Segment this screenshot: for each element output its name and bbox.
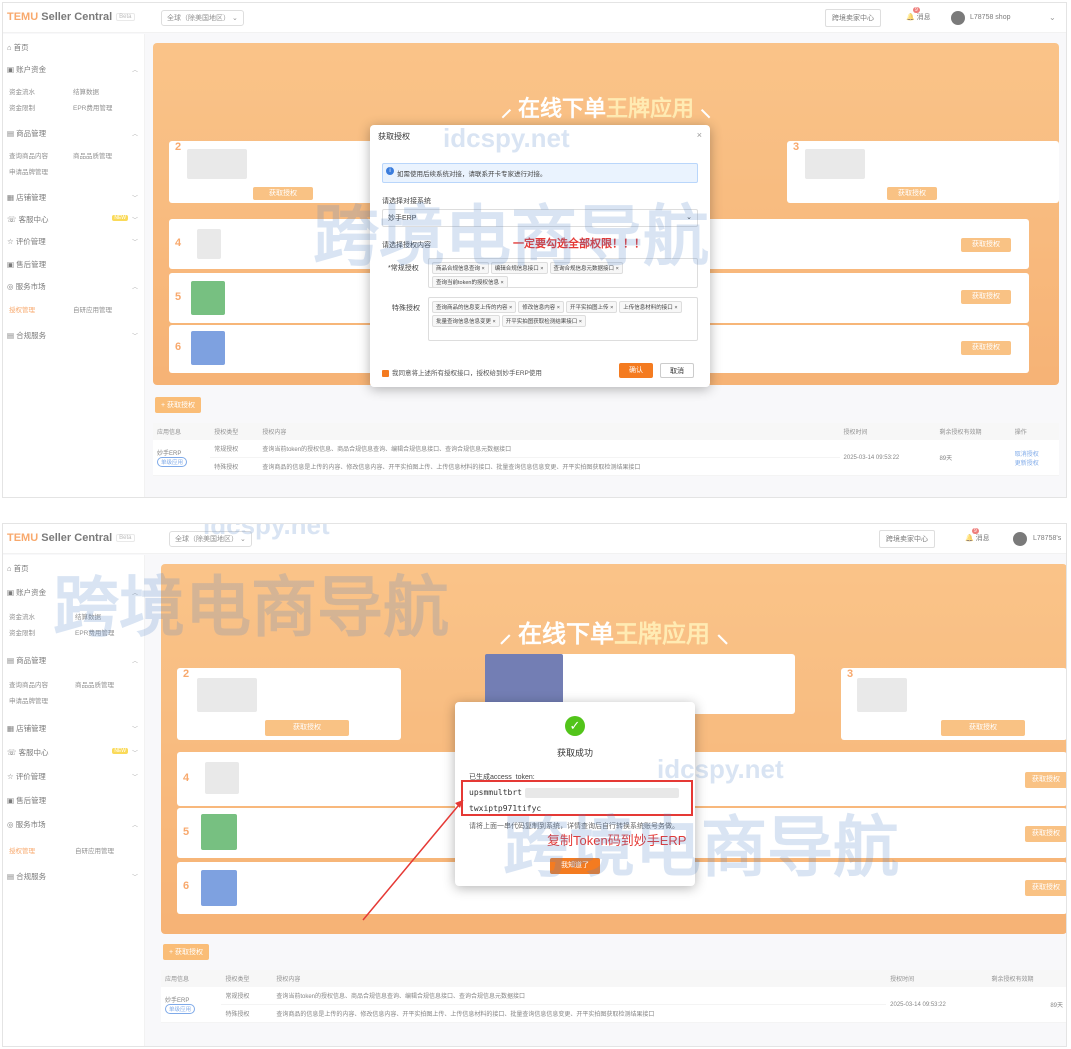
checkbox-icon: [382, 369, 389, 377]
auth-tag[interactable]: 开平实拍图获取检测结果接口 ×: [501, 315, 587, 327]
special-auth-label: 特殊授权: [392, 305, 420, 312]
auth-tag[interactable]: 开平实拍图上传 ×: [566, 301, 618, 313]
auth-tag[interactable]: 上传信息材料的接口 ×: [619, 301, 682, 313]
arrow-annotation: [362, 799, 464, 921]
success-title: 获取成功: [556, 748, 593, 758]
check-icon: ✓: [565, 716, 585, 736]
auth-tag[interactable]: 修改信息内容 ×: [518, 301, 565, 313]
dialog-title: 获取授权: [378, 132, 410, 141]
auth-tag[interactable]: 批量查询信息信息变更 ×: [432, 315, 500, 327]
auth-tag[interactable]: 查询商品的信息变上传的内容 ×: [432, 301, 517, 313]
agree-checkbox[interactable]: 我同意将上述所有授权接口，授权给到妙手ERP使用: [382, 367, 542, 377]
screenshot-authorize: TEMU Seller Central Beta 全球（除美国地区） ⌄ 跨境卖家…: [2, 2, 1067, 498]
auth-dialog: 获取授权 × i 如需使用后续系统对接，请联系开卡专家进行对接。 请选择对接系统 …: [370, 125, 710, 387]
auth-tag[interactable]: 编辑合规信息接口 ×: [490, 262, 548, 274]
auth-tag[interactable]: 商品合规信息查询 ×: [432, 262, 489, 274]
close-icon[interactable]: ×: [697, 130, 702, 140]
normal-auth-label: *常规授权: [388, 265, 419, 272]
select-label: 请选择对接系统: [382, 198, 431, 205]
cancel-button[interactable]: 取消: [660, 363, 694, 378]
info-banner: i 如需使用后续系统对接，请联系开卡专家进行对接。: [382, 163, 698, 183]
annotation-text: 复制Token码到妙手ERP: [547, 833, 687, 848]
info-icon: i: [386, 167, 394, 175]
auth-tag[interactable]: 查询合规信息元数据接口 ×: [549, 262, 623, 274]
confirm-button[interactable]: 确认: [619, 363, 653, 378]
auth-tag[interactable]: 查询当前token的授权信息 ×: [432, 276, 508, 288]
special-auth-tags[interactable]: 查询商品的信息变上传的内容 × 修改信息内容 × 开平实拍图上传 × 上传信息材料的接…: [428, 297, 698, 341]
content-label: 请选择授权内容: [382, 242, 431, 249]
ok-button[interactable]: 我知道了: [550, 858, 600, 874]
arrow-head: [455, 800, 463, 808]
arrow-line: [362, 799, 464, 921]
annotation-text: 一定要勾选全部权限！！！: [513, 238, 645, 250]
highlight-box: [461, 780, 693, 816]
screenshot-success: TEMU Seller Central Beta 全球（除美国地区） ⌄ 跨境卖家…: [2, 523, 1067, 1047]
normal-auth-tags[interactable]: 商品合规信息查询 × 编辑合规信息接口 × 查询合规信息元数据接口 × 查询当前tok…: [428, 258, 698, 288]
system-select[interactable]: 妙手ERP ⌄: [382, 209, 698, 227]
